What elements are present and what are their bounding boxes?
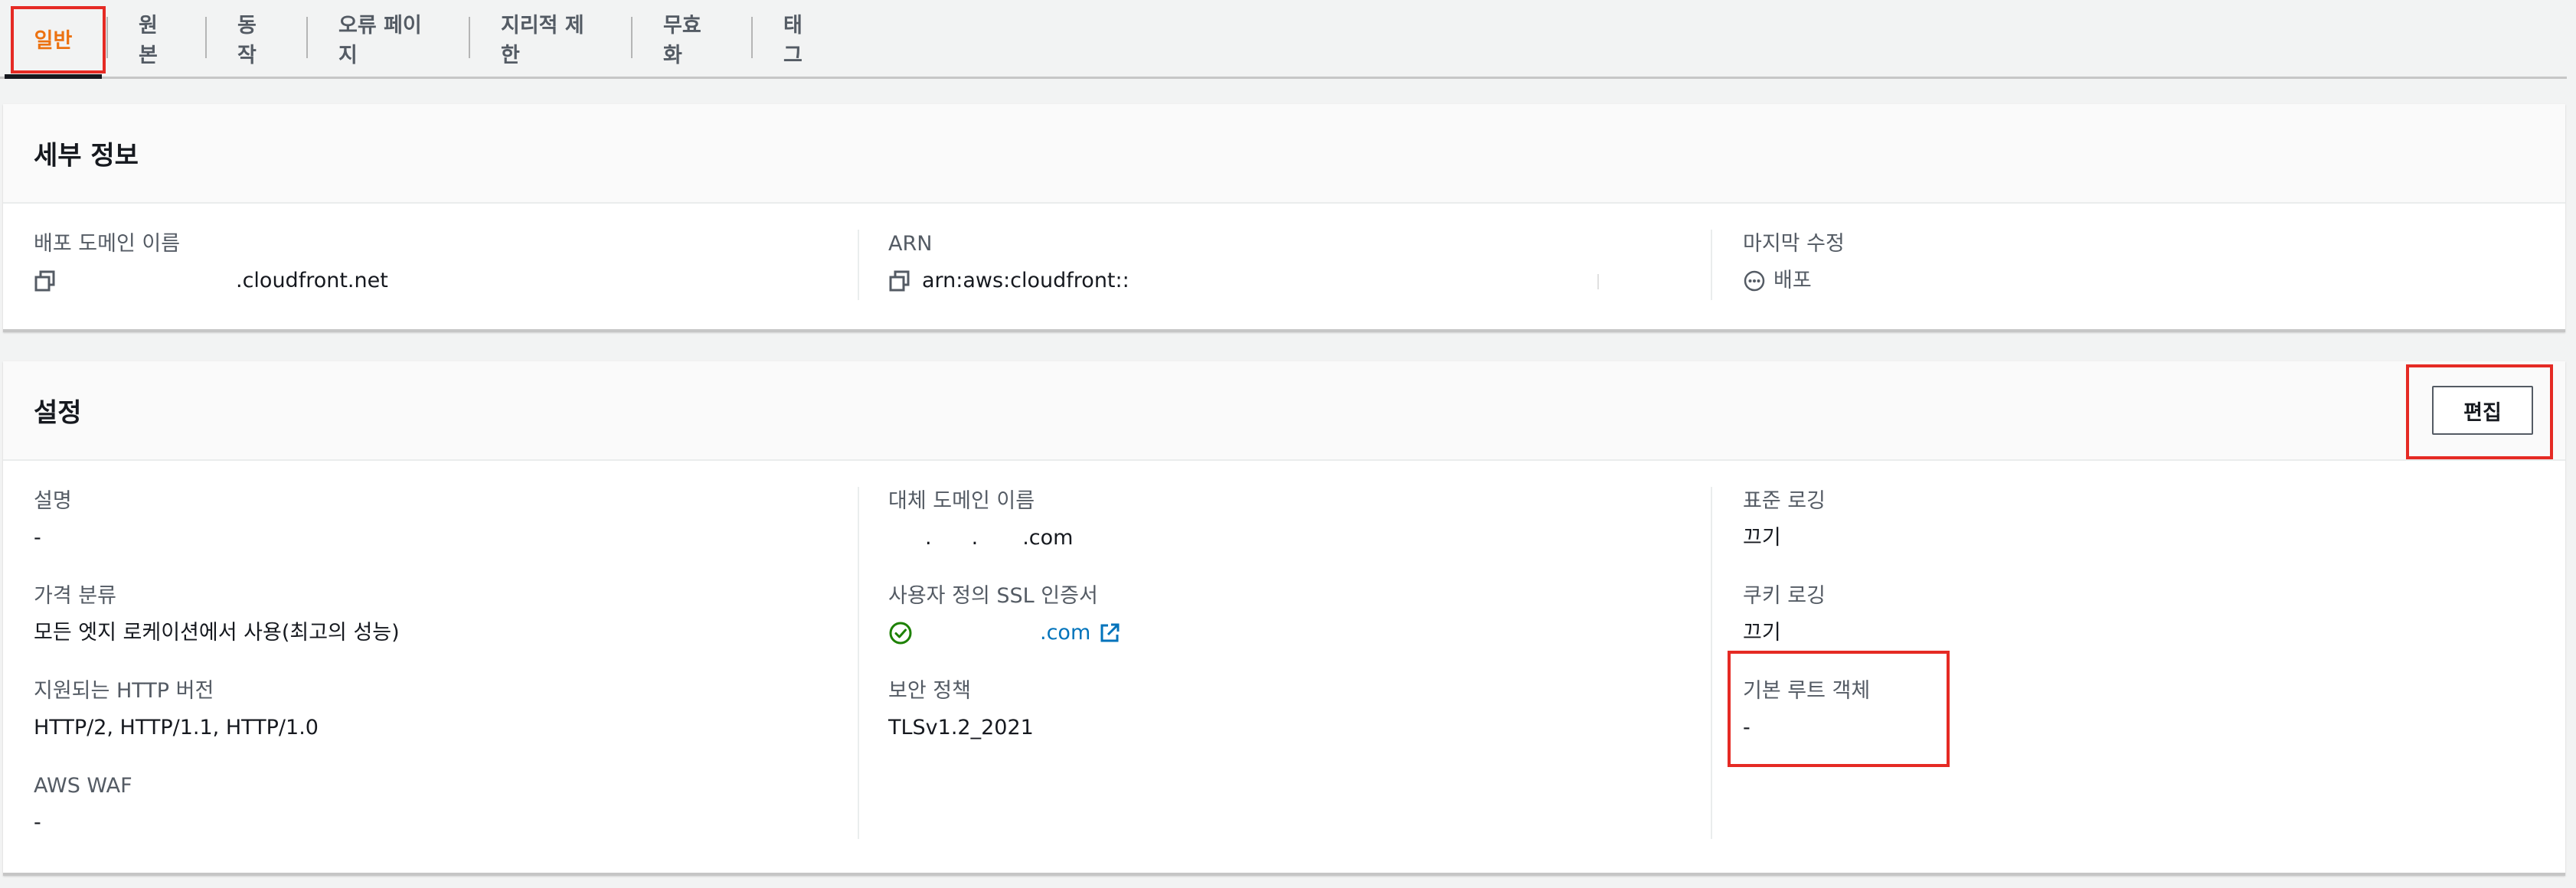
tab-geo-restriction[interactable]: 지리적 제한 (469, 0, 631, 77)
cookie-logging-label: 쿠키 로깅 (1743, 584, 1826, 608)
security-policy-label: 보안 정책 (888, 679, 971, 703)
alt-domain-dot: . (925, 526, 932, 550)
copy-icon[interactable] (888, 269, 911, 292)
ssl-certificate-label: 사용자 정의 SSL 인증서 (888, 584, 1098, 608)
price-class-field: 가격 분류 모든 엣지 로케이션에서 사용(최고의 성능) (34, 583, 400, 646)
description-value: - (34, 526, 41, 550)
standard-logging-label: 표준 로깅 (1743, 489, 1826, 513)
description-label: 설명 (34, 489, 72, 513)
status-success-icon (889, 622, 912, 645)
external-link-icon[interactable] (1098, 622, 1121, 645)
tab-invalidations[interactable]: 무효화 (631, 0, 751, 77)
last-modified-value-row: 배포 (1743, 268, 1845, 294)
tab-label: 원본 (139, 14, 158, 67)
domain-label: 배포 도메인 이름 (34, 232, 181, 256)
tab-bar: 일반 원본 동작 오류 페이지 지리적 제한 무효화 태그 (0, 0, 2567, 79)
default-root-object-value: - (1743, 716, 1751, 739)
http-versions-value: HTTP/2, HTTP/1.1, HTTP/1.0 (34, 716, 319, 739)
tab-label: 지리적 제한 (501, 14, 584, 67)
ssl-certificate-link[interactable]: .com (1040, 620, 1090, 646)
standard-logging-field: 표준 로깅 끄기 (1743, 488, 1826, 551)
settings-title: 설정 (34, 397, 82, 429)
security-policy-field: 보안 정책 TLSv1.2_2021 (888, 678, 1034, 741)
details-header: 세부 정보 (3, 104, 2565, 204)
details-panel: 세부 정보 배포 도메인 이름 .cloudfront.net ARN arn:… (3, 104, 2565, 332)
waf-label: AWS WAF (34, 774, 132, 798)
tab-label: 오류 페이지 (338, 14, 422, 67)
settings-header: 설정 편집 (3, 361, 2565, 461)
default-root-object-label: 기본 루트 객체 (1743, 679, 1871, 703)
tab-origins[interactable]: 원본 (106, 0, 205, 77)
last-modified-field: 마지막 수정 배포 (1743, 231, 1845, 294)
domain-field: 배포 도메인 이름 .cloudfront.net (34, 231, 388, 294)
alt-domain-suffix: .com (1022, 526, 1074, 550)
http-versions-label: 지원되는 HTTP 버전 (34, 679, 214, 703)
tab-general[interactable]: 일반 (0, 0, 106, 79)
arn-label: ARN (888, 232, 933, 256)
tab-label: 무효화 (663, 14, 701, 67)
tab-error-pages[interactable]: 오류 페이지 (306, 0, 469, 77)
ssl-certificate-value-row: .com (888, 620, 1121, 646)
column-divider (858, 487, 859, 839)
details-title: 세부 정보 (34, 140, 139, 171)
tab-behaviors[interactable]: 동작 (205, 0, 306, 77)
description-field: 설명 - (34, 488, 72, 551)
column-divider (858, 230, 859, 300)
copy-icon[interactable] (34, 269, 57, 292)
alt-domain-dot: . (971, 526, 979, 550)
tab-tags[interactable]: 태그 (751, 0, 852, 77)
column-divider (1711, 487, 1712, 839)
price-class-value: 모든 엣지 로케이션에서 사용(최고의 성능) (34, 621, 400, 645)
domain-value: .cloudfront.net (236, 269, 388, 292)
arn-field: ARN arn:aws:cloudfront:: (888, 231, 1129, 294)
last-modified-value: 배포 (1773, 269, 1812, 292)
alt-domain-label: 대체 도메인 이름 (888, 489, 1035, 513)
waf-field: AWS WAF - (34, 773, 132, 836)
security-policy-value: TLSv1.2_2021 (888, 716, 1034, 739)
last-modified-label: 마지막 수정 (1743, 232, 1845, 256)
settings-panel: 설정 편집 설명 - 가격 분류 모든 엣지 로케이션에서 사용(최고의 성능)… (3, 361, 2565, 876)
column-divider (1711, 230, 1712, 300)
default-root-object-field: 기본 루트 객체 - (1743, 678, 1870, 741)
domain-value-row: .cloudfront.net (34, 268, 388, 294)
alt-domain-value-row: . . .com (888, 525, 1073, 551)
cookie-logging-value: 끄기 (1743, 621, 1781, 645)
tab-label: 태그 (783, 14, 803, 67)
ssl-certificate-field: 사용자 정의 SSL 인증서 .com (888, 583, 1121, 646)
tab-label: 일반 (34, 28, 73, 53)
standard-logging-value: 끄기 (1743, 526, 1781, 550)
in-progress-icon (1744, 270, 1765, 292)
arn-value-row: arn:aws:cloudfront:: (888, 268, 1129, 294)
alt-domain-field: 대체 도메인 이름 . . .com (888, 488, 1073, 551)
price-class-label: 가격 분류 (34, 584, 116, 608)
tab-label: 동작 (237, 14, 257, 67)
cookie-logging-field: 쿠키 로깅 끄기 (1743, 583, 1826, 646)
http-versions-field: 지원되는 HTTP 버전 HTTP/2, HTTP/1.1, HTTP/1.0 (34, 678, 319, 741)
masked-divider (1597, 274, 1599, 289)
edit-button[interactable]: 편집 (2432, 386, 2533, 435)
arn-value: arn:aws:cloudfront:: (922, 269, 1129, 292)
waf-value: - (34, 811, 41, 834)
